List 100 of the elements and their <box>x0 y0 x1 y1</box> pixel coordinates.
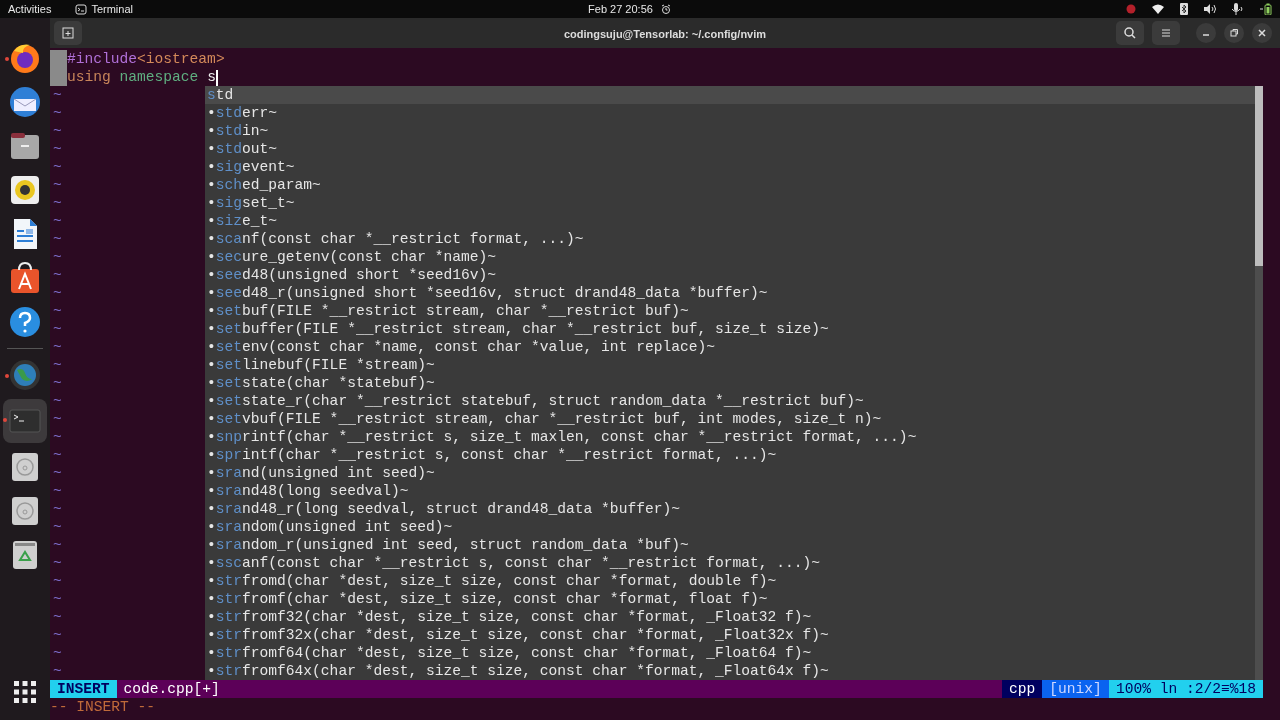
empty-line-marker: ~ <box>52 194 63 212</box>
empty-line-marker: ~ <box>52 176 63 194</box>
completion-item[interactable]: •seed48(unsigned short *seed16v)~ <box>205 266 1255 284</box>
empty-line-marker: ~ <box>52 590 63 608</box>
completion-item[interactable]: •srand48(long seedval)~ <box>205 482 1255 500</box>
completion-item[interactable]: •strfromf64x(char *dest, size_t size, const char *format, _Float64x f)~ <box>205 662 1255 680</box>
clock[interactable]: Feb 27 20:56 <box>588 0 653 18</box>
record-icon[interactable] <box>1126 4 1136 14</box>
empty-line-marker: ~ <box>52 626 63 644</box>
empty-line-marker: ~ <box>52 374 63 392</box>
empty-line-marker: ~ <box>52 104 63 122</box>
completion-item[interactable]: •sigevent~ <box>205 158 1255 176</box>
completion-item[interactable]: •sched_param~ <box>205 176 1255 194</box>
window-title: codingsuju@Tensorlab: ~/.config/nvim <box>563 27 767 42</box>
empty-line-marker: ~ <box>52 320 63 338</box>
empty-line-marker: ~ <box>52 608 63 626</box>
empty-line-marker: ~ <box>52 446 63 464</box>
mode-indicator: INSERT <box>50 680 117 698</box>
empty-line-marker: ~ <box>52 428 63 446</box>
search-icon <box>1124 27 1136 39</box>
completion-item[interactable]: std <box>205 86 1255 104</box>
completion-item[interactable]: •strfromd(char *dest, size_t size, const char *format, double f)~ <box>205 572 1255 590</box>
empty-line-marker: ~ <box>52 356 63 374</box>
completion-item[interactable]: •srand48_r(long seedval, struct drand48_data *buffer)~ <box>205 500 1255 518</box>
empty-line-marker: ~ <box>52 464 63 482</box>
empty-line-marker: ~ <box>52 554 63 572</box>
completion-item[interactable]: •setbuffer(FILE *__restrict stream, char *__restrict buf, size_t size)~ <box>205 320 1255 338</box>
code-line: using namespace s <box>67 68 218 86</box>
empty-line-marker: ~ <box>52 140 63 158</box>
scrollbar[interactable] <box>1255 86 1263 680</box>
completion-item[interactable]: •setstate_r(char *__restrict statebuf, struct random_data *__restrict buf)~ <box>205 392 1255 410</box>
search-button[interactable] <box>1116 21 1144 45</box>
completion-item[interactable]: •set linebuf(FILE *stream)~ <box>205 356 1255 374</box>
empty-line-marker: ~ <box>52 248 63 266</box>
empty-line-marker: ~ <box>52 518 63 536</box>
app-menu[interactable]: Terminal <box>91 0 133 18</box>
completion-item[interactable]: •strfromf32x(char *dest, size_t size, const char *format, _Float32x f)~ <box>205 626 1255 644</box>
completion-item[interactable]: •stdout~ <box>205 140 1255 158</box>
completion-item[interactable]: •strfromf64(char *dest, size_t size, const char *format, _Float64 f)~ <box>205 644 1255 662</box>
empty-line-marker: ~ <box>52 158 63 176</box>
add-tab-icon <box>62 27 74 39</box>
battery-icon[interactable] <box>1260 3 1272 15</box>
empty-line-marker: ~ <box>52 662 63 680</box>
completion-item[interactable]: •stderr~ <box>205 104 1255 122</box>
empty-line-marker: ~ <box>52 284 63 302</box>
completion-item[interactable]: •setbuf(FILE *__restrict stream, char *__restrict buf)~ <box>205 302 1255 320</box>
completion-item[interactable]: •sprintf(char *__restrict s, const char *__restrict format, ...)~ <box>205 446 1255 464</box>
empty-line-marker: ~ <box>52 410 63 428</box>
completion-item[interactable]: •scanf(const char *__restrict format, ...)~ <box>205 230 1255 248</box>
empty-line-marker: ~ <box>52 500 63 518</box>
minimize-button[interactable] <box>1196 23 1216 43</box>
file-name: code.cpp[+] <box>122 680 221 698</box>
file-format: [unix] <box>1042 680 1109 698</box>
command-line: -- INSERT -- <box>50 698 157 716</box>
empty-line-marker: ~ <box>52 230 63 248</box>
completion-item[interactable]: •stdin~ <box>205 122 1255 140</box>
microphone-icon[interactable] <box>1232 3 1244 15</box>
completion-item[interactable]: •setstate(char *statebuf)~ <box>205 374 1255 392</box>
terminal-icon <box>75 3 88 15</box>
completion-item[interactable]: •setenv(const char *name, const char *value, int replace)~ <box>205 338 1255 356</box>
bluetooth-icon[interactable] <box>1180 3 1188 15</box>
empty-line-marker: ~ <box>52 266 63 284</box>
code-line: #include<iostream> <box>67 50 225 68</box>
empty-line-marker: ~ <box>52 482 63 500</box>
completion-item[interactable]: •setvbuf(FILE *__restrict stream, char *__restrict buf, int modes, size_t n)~ <box>205 410 1255 428</box>
new-tab-button[interactable] <box>54 21 82 45</box>
completion-item[interactable]: •size_t~ <box>205 212 1255 230</box>
empty-line-marker: ~ <box>52 212 63 230</box>
empty-line-marker: ~ <box>52 392 63 410</box>
completion-item[interactable]: •seed48_r(unsigned short *seed16v, struct drand48_data *buffer)~ <box>205 284 1255 302</box>
close-icon <box>1257 28 1267 38</box>
empty-line-marker: ~ <box>52 122 63 140</box>
completion-item[interactable]: •strfromf(char *dest, size_t size, const char *format, float f)~ <box>205 590 1255 608</box>
completion-item[interactable]: •srand(unsigned int seed)~ <box>205 464 1255 482</box>
file-type: cpp <box>1002 680 1043 698</box>
volume-icon[interactable] <box>1204 4 1216 14</box>
completion-item[interactable]: •secure_getenv(const char *name)~ <box>205 248 1255 266</box>
close-button[interactable] <box>1252 23 1272 43</box>
completion-item[interactable]: •srandom_r(unsigned int seed, struct random_data *buf)~ <box>205 536 1255 554</box>
completion-item[interactable]: •sigset_t~ <box>205 194 1255 212</box>
menu-button[interactable] <box>1152 21 1180 45</box>
empty-line-marker: ~ <box>52 572 63 590</box>
completion-item[interactable]: •sscanf(const char *__restrict s, const char *__restrict format, ...)~ <box>205 554 1255 572</box>
running-indicator <box>5 57 9 61</box>
activities-button[interactable]: Activities <box>8 0 52 18</box>
wifi-icon[interactable] <box>1152 4 1164 14</box>
running-indicator <box>5 374 9 378</box>
completion-item[interactable]: •snprintf(char *__restrict s, size_t maxlen, const char *__restrict format, ...)~ <box>205 428 1255 446</box>
scrollbar-thumb[interactable] <box>1255 86 1263 266</box>
empty-line-marker: ~ <box>52 338 63 356</box>
alarm-icon <box>660 3 671 15</box>
cursor-position: 100% ln :2/2≡%18 <box>1108 680 1263 698</box>
completion-item[interactable]: •strfromf32(char *dest, size_t size, const char *format, _Float32 f)~ <box>205 608 1255 626</box>
empty-line-marker: ~ <box>52 536 63 554</box>
empty-line-marker: ~ <box>52 86 63 104</box>
restore-button[interactable] <box>1224 23 1244 43</box>
menu-icon <box>1161 28 1171 38</box>
completion-item[interactable]: •srandom(unsigned int seed)~ <box>205 518 1255 536</box>
empty-line-marker: ~ <box>52 644 63 662</box>
empty-line-marker: ~ <box>52 302 63 320</box>
